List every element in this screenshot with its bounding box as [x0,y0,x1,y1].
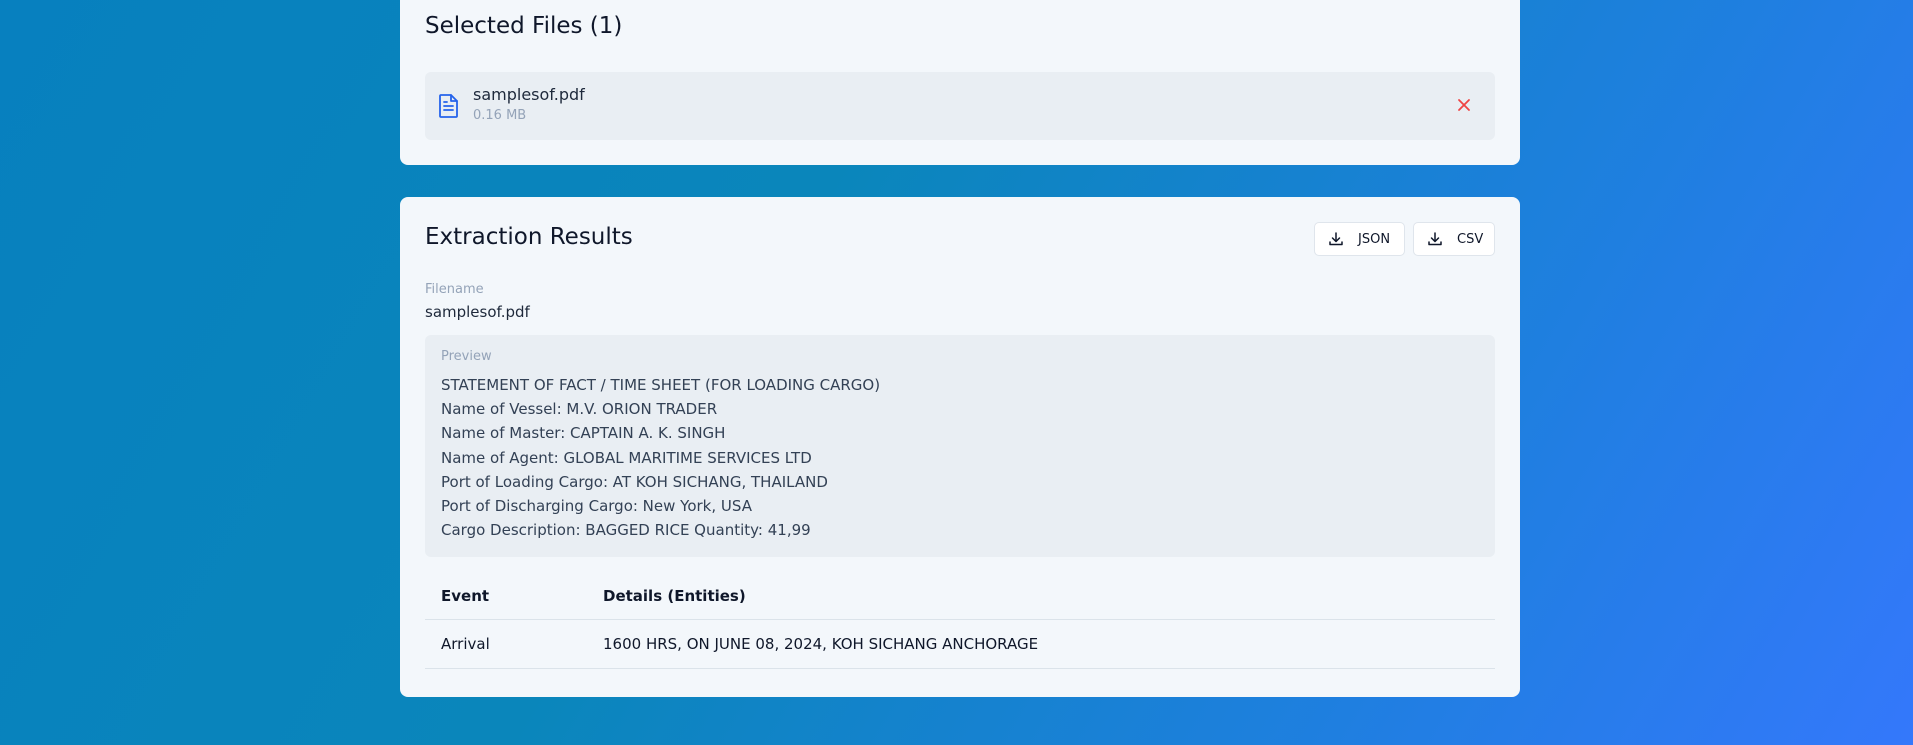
preview-line: Name of Agent: GLOBAL MARITIME SERVICES … [441,448,812,467]
selected-files-card: Selected Files (1) samplesof.pdf 0.16 MB [400,0,1520,165]
preview-line: Port of Discharging Cargo: New York, USA [441,497,752,516]
table-header-row: Event Details (Entities) [425,572,1495,620]
close-icon [1458,99,1470,111]
download-icon [1428,232,1442,246]
remove-file-button[interactable] [1455,96,1473,114]
preview-panel: Preview STATEMENT OF FACT / TIME SHEET (… [425,335,1495,557]
preview-line: Name of Master: CAPTAIN A. K. SINGH [441,424,726,443]
table-row: Arrival 1600 HRS, ON JUNE 08, 2024, KOH … [425,619,1495,669]
download-icon [1329,232,1343,246]
preview-line: STATEMENT OF FACT / TIME SHEET (FOR LOAD… [441,376,881,394]
download-csv-button[interactable]: CSV [1413,222,1495,256]
extraction-results-title: Extraction Results [425,224,633,250]
preview-label: Preview [441,349,492,364]
file-name: samplesof.pdf [473,85,585,104]
download-json-label: JSON [1358,231,1391,247]
selected-files-title: Selected Files (1) [425,13,623,39]
download-csv-label: CSV [1457,231,1484,247]
column-header-event: Event [425,572,587,620]
filename-value: samplesof.pdf [425,303,530,321]
events-table: Event Details (Entities) Arrival 1600 HR… [425,572,1495,669]
preview-line: Cargo Description: BAGGED RICE Quantity:… [441,521,811,540]
extraction-results-card: Extraction Results JSON CSV Filename sam… [400,197,1520,697]
table-cell-details: 1600 HRS, ON JUNE 08, 2024, KOH SICHANG … [587,619,1495,669]
column-header-details: Details (Entities) [587,572,1495,620]
table-cell-event: Arrival [425,619,587,669]
filename-label: Filename [425,282,484,297]
download-json-button[interactable]: JSON [1314,222,1405,256]
file-text-icon [438,93,460,119]
preview-line: Port of Loading Cargo: AT KOH SICHANG, T… [441,472,828,491]
preview-text: STATEMENT OF FACT / TIME SHEET (FOR LOAD… [441,373,880,542]
file-list-item: samplesof.pdf 0.16 MB [425,72,1495,140]
file-size: 0.16 MB [473,108,527,123]
preview-line: Name of Vessel: M.V. ORION TRADER [441,400,718,419]
